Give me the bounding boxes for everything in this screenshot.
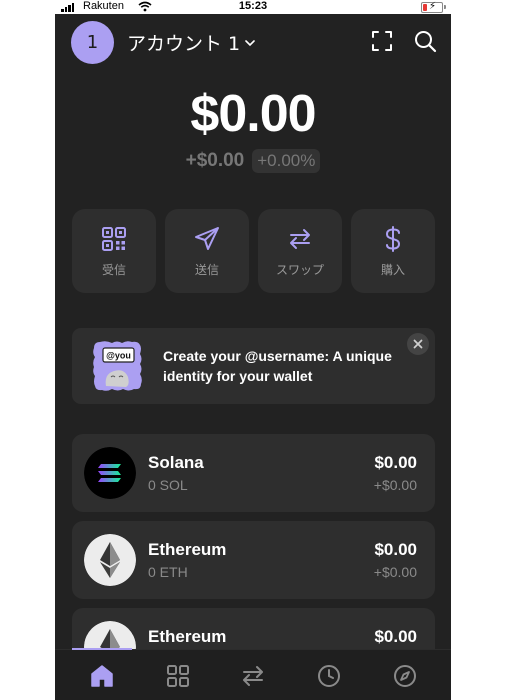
active-tab-indicator xyxy=(72,648,132,650)
username-badge-illustration: @you xyxy=(93,341,142,391)
close-icon xyxy=(413,339,423,349)
dollar-icon xyxy=(385,225,401,252)
token-name: Ethereum xyxy=(148,540,227,559)
status-bar: Rakuten 15:23 ⚡ xyxy=(55,0,451,14)
battery-nub xyxy=(444,5,446,9)
swap-button[interactable]: スワップ xyxy=(258,209,342,293)
total-balance: $0.00 xyxy=(190,85,316,143)
balance-change-amount: +$0.00 xyxy=(185,150,245,171)
send-label: 送信 xyxy=(194,262,219,277)
home-icon[interactable] xyxy=(89,663,115,689)
ethereum-logo-icon xyxy=(84,534,136,586)
username-promo-banner[interactable]: @you Create your @username: A unique ide… xyxy=(72,328,435,404)
token-value: $0.00 xyxy=(374,453,417,472)
account-selector[interactable]: アカウント 1 xyxy=(127,29,256,56)
token-row-solana[interactable]: Solana 0 SOL $0.00 +$0.00 xyxy=(72,434,435,512)
swap-label: スワップ xyxy=(275,262,324,277)
token-value: $0.00 xyxy=(374,540,417,559)
balance-change-row: +$0.00 +0.00% xyxy=(55,149,451,173)
token-balance: 0 ETH xyxy=(148,564,188,580)
swap-icon xyxy=(290,228,310,249)
send-button[interactable]: 送信 xyxy=(165,209,249,293)
token-change: +$0.00 xyxy=(373,477,417,493)
token-row-ethereum[interactable]: Ethereum 0 ETH $0.00 +$0.00 xyxy=(72,521,435,599)
search-icon[interactable] xyxy=(413,29,437,53)
buy-button[interactable]: 購入 xyxy=(351,209,435,293)
account-avatar[interactable]: 1 xyxy=(71,21,114,64)
token-change: +$0.00 xyxy=(373,564,417,580)
receive-button[interactable]: 受信 xyxy=(72,209,156,293)
buy-label: 購入 xyxy=(380,262,405,277)
banner-close-button[interactable] xyxy=(407,333,429,355)
chevron-down-icon xyxy=(245,39,255,46)
phone-screen: Rakuten 15:23 ⚡ 1 アカウント 1 $0.00 +$0.00 +… xyxy=(55,0,451,700)
solana-logo-icon xyxy=(84,447,136,499)
action-buttons: 受信 送信 スワップ 購入 xyxy=(72,209,435,293)
battery-icon: ⚡ xyxy=(421,1,443,13)
clock-icon[interactable] xyxy=(316,663,342,689)
balance-change-percent: +0.00% xyxy=(252,149,321,173)
bottom-nav xyxy=(55,648,451,700)
send-icon xyxy=(195,226,219,250)
qr-code-icon xyxy=(102,226,126,251)
token-value: $0.00 xyxy=(374,627,417,646)
compass-icon[interactable] xyxy=(392,663,418,689)
status-time: 15:23 xyxy=(238,0,268,12)
receive-label: 受信 xyxy=(101,262,126,277)
grid-icon[interactable] xyxy=(165,663,191,689)
banner-message: Create your @username: A unique identity… xyxy=(163,348,392,384)
token-name: Solana xyxy=(148,453,204,472)
swap-icon[interactable] xyxy=(240,663,266,689)
badge-tag-text: @you xyxy=(106,351,131,361)
token-balance: 0 SOL xyxy=(148,477,188,493)
token-name: Ethereum xyxy=(148,627,227,646)
account-name: アカウント 1 xyxy=(127,33,241,55)
scan-icon[interactable] xyxy=(370,29,394,53)
